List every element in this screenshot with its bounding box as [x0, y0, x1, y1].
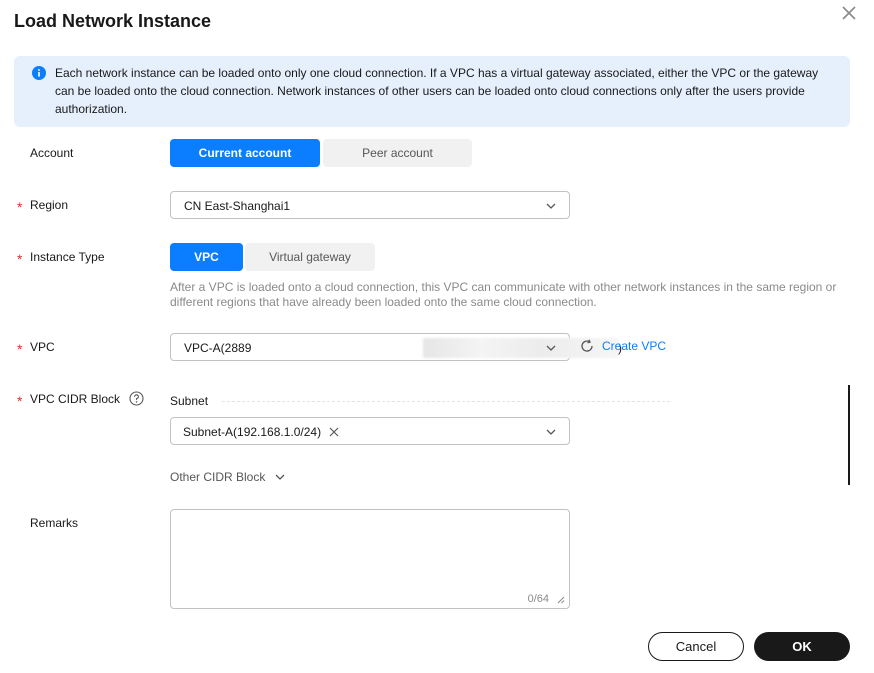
required-marker: * [17, 251, 23, 267]
info-notice: Each network instance can be loaded onto… [14, 56, 850, 127]
other-cidr-toggle[interactable]: Other CIDR Block [170, 470, 286, 484]
region-label: Region [30, 198, 69, 212]
vpc-value-prefix: VPC-A(2889 [184, 341, 252, 355]
ok-button[interactable]: OK [754, 632, 850, 661]
subnet-label: Subnet [170, 394, 209, 408]
instance-type-label: Instance Type [30, 250, 105, 264]
chevron-down-icon [546, 203, 556, 209]
subnet-tag-label: Subnet-A(192.168.1.0/24) [183, 425, 322, 439]
refresh-icon[interactable] [579, 338, 595, 354]
notice-text: Each network instance can be loaded onto… [55, 66, 819, 116]
vpc-select[interactable]: VPC-A(2889 ) [170, 333, 622, 361]
create-vpc-label[interactable]: Create VPC [602, 339, 666, 353]
instance-type-hint: After a VPC is loaded onto a cloud conne… [170, 280, 837, 309]
region-select[interactable]: CN East-Shanghai1 [170, 191, 570, 219]
scrollbar[interactable] [848, 385, 850, 485]
other-cidr-label[interactable]: Other CIDR Block [170, 470, 265, 484]
subnet-select[interactable]: Subnet-A(192.168.1.0/24) [170, 417, 570, 445]
vpc-label: VPC [30, 340, 55, 354]
resize-handle-icon[interactable] [557, 596, 565, 604]
close-icon[interactable] [838, 2, 860, 24]
divider [222, 401, 670, 402]
region-value: CN East-Shanghai1 [184, 199, 291, 213]
dialog-title: Load Network Instance [14, 11, 212, 31]
chevron-down-icon [275, 474, 285, 480]
char-counter: 0/64 [527, 593, 549, 605]
close-icon[interactable] [328, 426, 340, 438]
create-vpc-link[interactable]: Create VPC [579, 338, 666, 354]
help-icon[interactable] [129, 391, 144, 406]
required-marker: * [17, 341, 23, 357]
required-marker: * [17, 199, 23, 215]
account-option-current[interactable]: Current account [170, 139, 320, 167]
account-option-peer[interactable]: Peer account [323, 139, 472, 167]
instance-type-option-vpc[interactable]: VPC [170, 243, 243, 271]
required-marker: * [17, 393, 23, 409]
cancel-button[interactable]: Cancel [648, 632, 744, 661]
cidr-label: VPC CIDR Block [30, 392, 121, 406]
chevron-down-icon [546, 345, 556, 351]
info-icon [32, 66, 46, 80]
account-label: Account [30, 146, 74, 160]
chevron-down-icon [546, 429, 556, 435]
subnet-tag: Subnet-A(192.168.1.0/24) [179, 422, 345, 442]
remarks-textarea[interactable]: 0/64 [170, 509, 570, 609]
remarks-label: Remarks [30, 516, 79, 530]
instance-type-option-virtual-gateway[interactable]: Virtual gateway [245, 243, 375, 271]
